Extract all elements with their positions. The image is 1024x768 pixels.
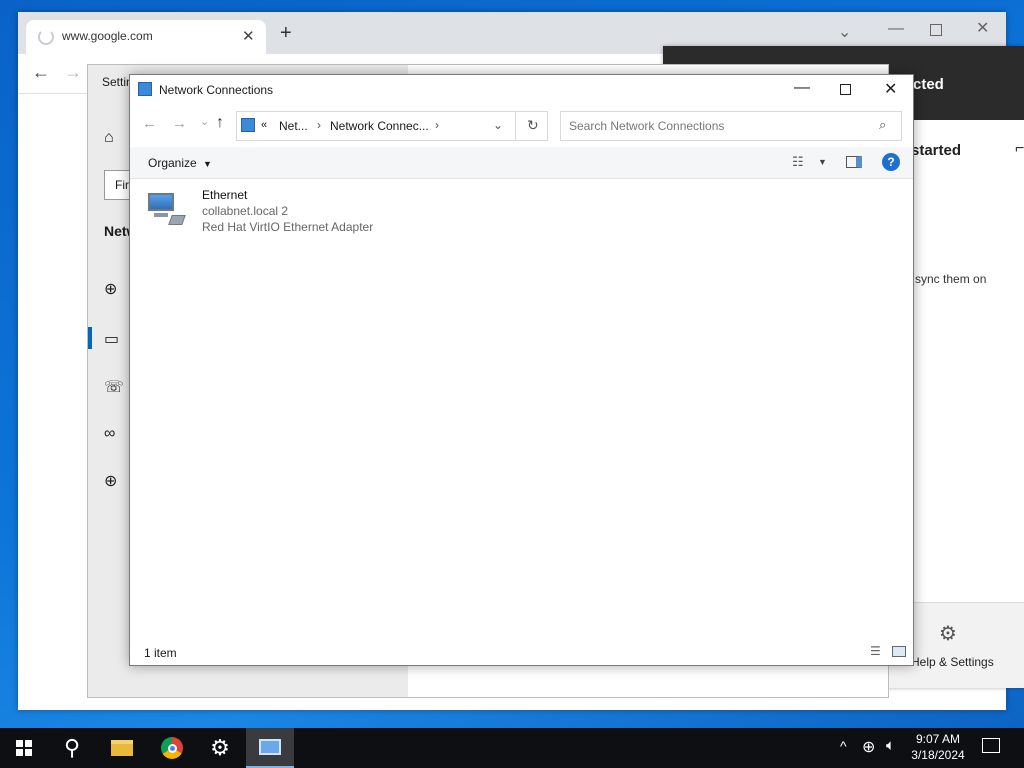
clock-date: 3/18/2024 [911, 748, 965, 762]
network-status-icon[interactable]: ⊕ [862, 737, 875, 757]
breadcrumb-item[interactable]: Network Connec... [330, 119, 429, 133]
maximize-icon[interactable] [930, 24, 942, 36]
dialup-icon[interactable]: ☏ [104, 377, 124, 397]
cursor-icon: ⌐ [1015, 140, 1024, 157]
dropdown-arrow-icon: ▼ [203, 159, 212, 169]
chrome-icon [161, 737, 183, 759]
minimize-icon[interactable]: — [794, 79, 810, 97]
volume-muted-icon[interactable]: 🔈︎ [886, 737, 895, 754]
network-connections-icon [138, 82, 152, 96]
ethernet-icon[interactable]: ▭ [104, 329, 119, 349]
tab-search-icon[interactable]: ⌄ [838, 22, 851, 42]
item-count: 1 item [144, 646, 177, 660]
refresh-icon[interactable]: ↻ [527, 117, 539, 134]
connection-network: collabnet.local 2 [202, 204, 289, 218]
header-title: cted [913, 76, 944, 93]
back-icon[interactable]: ← [32, 62, 50, 83]
windows-icon [16, 740, 32, 756]
ethernet-adapter-icon [148, 191, 186, 225]
get-started-heading: started [911, 142, 962, 159]
connection-adapter: Red Hat VirtIO Ethernet Adapter [202, 220, 374, 234]
taskbar: ⚲ ⚙ ^ ⊕ 🔈︎ 9:07 AM 3/18/2024 [0, 728, 1024, 768]
loading-icon [38, 29, 54, 45]
file-list: Ethernet collabnet.local 2 Red Hat VirtI… [130, 179, 913, 641]
chevron-right-icon[interactable]: › [317, 118, 321, 132]
tab-close-icon[interactable]: ✕ [242, 27, 255, 45]
window-title: Network Connections [159, 83, 274, 97]
connection-name: Ethernet [202, 188, 248, 202]
chevron-up-icon[interactable]: ^ [840, 738, 847, 754]
file-explorer-button[interactable] [98, 728, 146, 768]
command-bar: Organize ▼ ☷ ▼ ? [130, 147, 913, 179]
search-placeholder: Search Network Connections [569, 119, 725, 133]
title-bar: Network Connections — ✕ [130, 75, 913, 105]
search-icon: ⚲ [63, 735, 81, 760]
browser-tab[interactable]: www.google.com ✕ [26, 20, 266, 54]
address-bar[interactable]: « Net... › Network Connec... › ⌄ ↻ [236, 111, 548, 141]
help-settings-label[interactable]: Help & Settings [911, 655, 994, 669]
organize-button[interactable]: Organize ▼ [148, 156, 212, 170]
gear-icon[interactable]: ⚙ [939, 621, 957, 646]
network-connections-icon [259, 739, 281, 755]
divider [515, 112, 516, 140]
forward-icon[interactable]: → [64, 62, 82, 83]
close-icon[interactable]: ✕ [884, 79, 897, 99]
browser-tab-title: www.google.com [62, 29, 153, 43]
search-button[interactable]: ⚲ [48, 728, 96, 768]
list-item[interactable]: Ethernet collabnet.local 2 Red Hat VirtI… [144, 187, 384, 239]
back-icon[interactable]: ← [142, 115, 157, 132]
breadcrumb-item[interactable]: Net... [279, 119, 308, 133]
start-button[interactable] [0, 728, 48, 768]
clock[interactable]: 9:07 AM 3/18/2024 [908, 731, 968, 765]
chrome-button[interactable] [148, 728, 196, 768]
network-connections-window: Network Connections — ✕ ← → ⌄ ↑ « Net...… [129, 74, 914, 666]
large-icons-view-icon[interactable] [892, 646, 906, 657]
folder-icon [111, 740, 133, 756]
help-icon[interactable]: ? [882, 153, 900, 171]
maximize-icon[interactable] [840, 84, 851, 95]
selected-indicator [88, 327, 92, 349]
chevron-right-icon[interactable]: › [435, 118, 439, 132]
notifications-icon[interactable] [982, 738, 1000, 753]
forward-icon[interactable]: → [172, 115, 187, 132]
home-icon[interactable]: ⌂ [104, 129, 114, 147]
globe-status-icon[interactable]: ⊕ [104, 279, 117, 299]
location-icon [241, 118, 255, 132]
proxy-globe-icon[interactable]: ⊕ [104, 471, 117, 491]
chevron-down-icon[interactable]: ⌄ [493, 118, 503, 132]
up-icon[interactable]: ↑ [216, 114, 224, 132]
recent-locations-icon[interactable]: ⌄ [200, 115, 209, 128]
search-icon[interactable]: ⌕ [879, 117, 886, 133]
gear-icon: ⚙ [210, 735, 230, 760]
organize-label: Organize [148, 156, 197, 170]
new-tab-button[interactable]: + [280, 22, 292, 45]
details-view-icon[interactable]: ☰ [870, 644, 881, 658]
vpn-icon[interactable]: ∞ [104, 425, 115, 443]
minimize-icon[interactable]: — [888, 20, 904, 38]
get-started-body: sync them on [915, 272, 987, 286]
preview-pane-icon[interactable] [846, 156, 862, 168]
search-box[interactable]: Search Network Connections ⌕ [560, 111, 902, 141]
clock-time: 9:07 AM [915, 732, 961, 746]
view-dropdown-icon[interactable]: ▼ [818, 157, 827, 167]
view-options-icon[interactable]: ☷ [792, 154, 804, 170]
network-connections-button[interactable] [246, 728, 294, 768]
breadcrumb-overflow[interactable]: « [261, 119, 267, 131]
close-icon[interactable]: ✕ [976, 18, 989, 38]
settings-button[interactable]: ⚙ [196, 728, 244, 768]
status-bar: 1 item ☰ [130, 641, 913, 665]
find-setting-text: Fir [115, 178, 129, 192]
